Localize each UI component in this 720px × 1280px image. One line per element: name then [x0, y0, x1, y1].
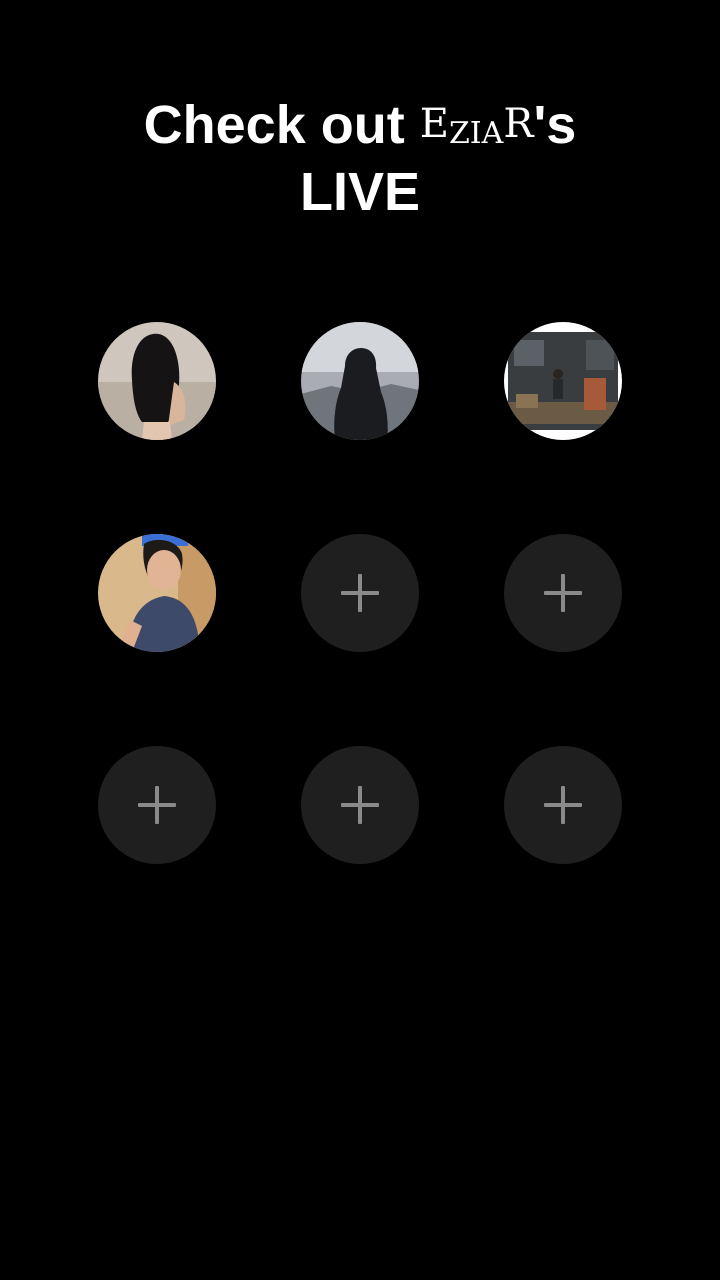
plus-icon [544, 574, 582, 612]
add-guest-button[interactable] [301, 746, 419, 864]
title-line-2: LIVE [299, 162, 421, 222]
guest-avatar-2[interactable] [301, 322, 419, 440]
plus-icon [341, 574, 379, 612]
guest-avatar-4[interactable] [98, 534, 216, 652]
add-guest-button[interactable] [504, 534, 622, 652]
add-guest-button[interactable] [301, 534, 419, 652]
avatar-room-scene [504, 322, 622, 440]
title-prefix: Check out [143, 95, 405, 155]
avatar-man-selfie [98, 534, 216, 652]
plus-icon [544, 786, 582, 824]
avatar-hooded-figure [301, 322, 419, 440]
page-title: Check out EZIAR's LIVE [0, 96, 720, 221]
host-name: EZIAR [419, 101, 534, 151]
add-guest-button[interactable] [98, 746, 216, 864]
title-line-1: Check out EZIAR's [0, 96, 720, 163]
guest-avatar-3[interactable] [504, 322, 622, 440]
guest-grid [98, 322, 622, 864]
plus-icon [138, 786, 176, 824]
guest-avatar-1[interactable] [98, 322, 216, 440]
title-suffix: 's [533, 95, 577, 155]
plus-icon [341, 786, 379, 824]
add-guest-button[interactable] [504, 746, 622, 864]
avatar-woman-long-hair [98, 322, 216, 440]
